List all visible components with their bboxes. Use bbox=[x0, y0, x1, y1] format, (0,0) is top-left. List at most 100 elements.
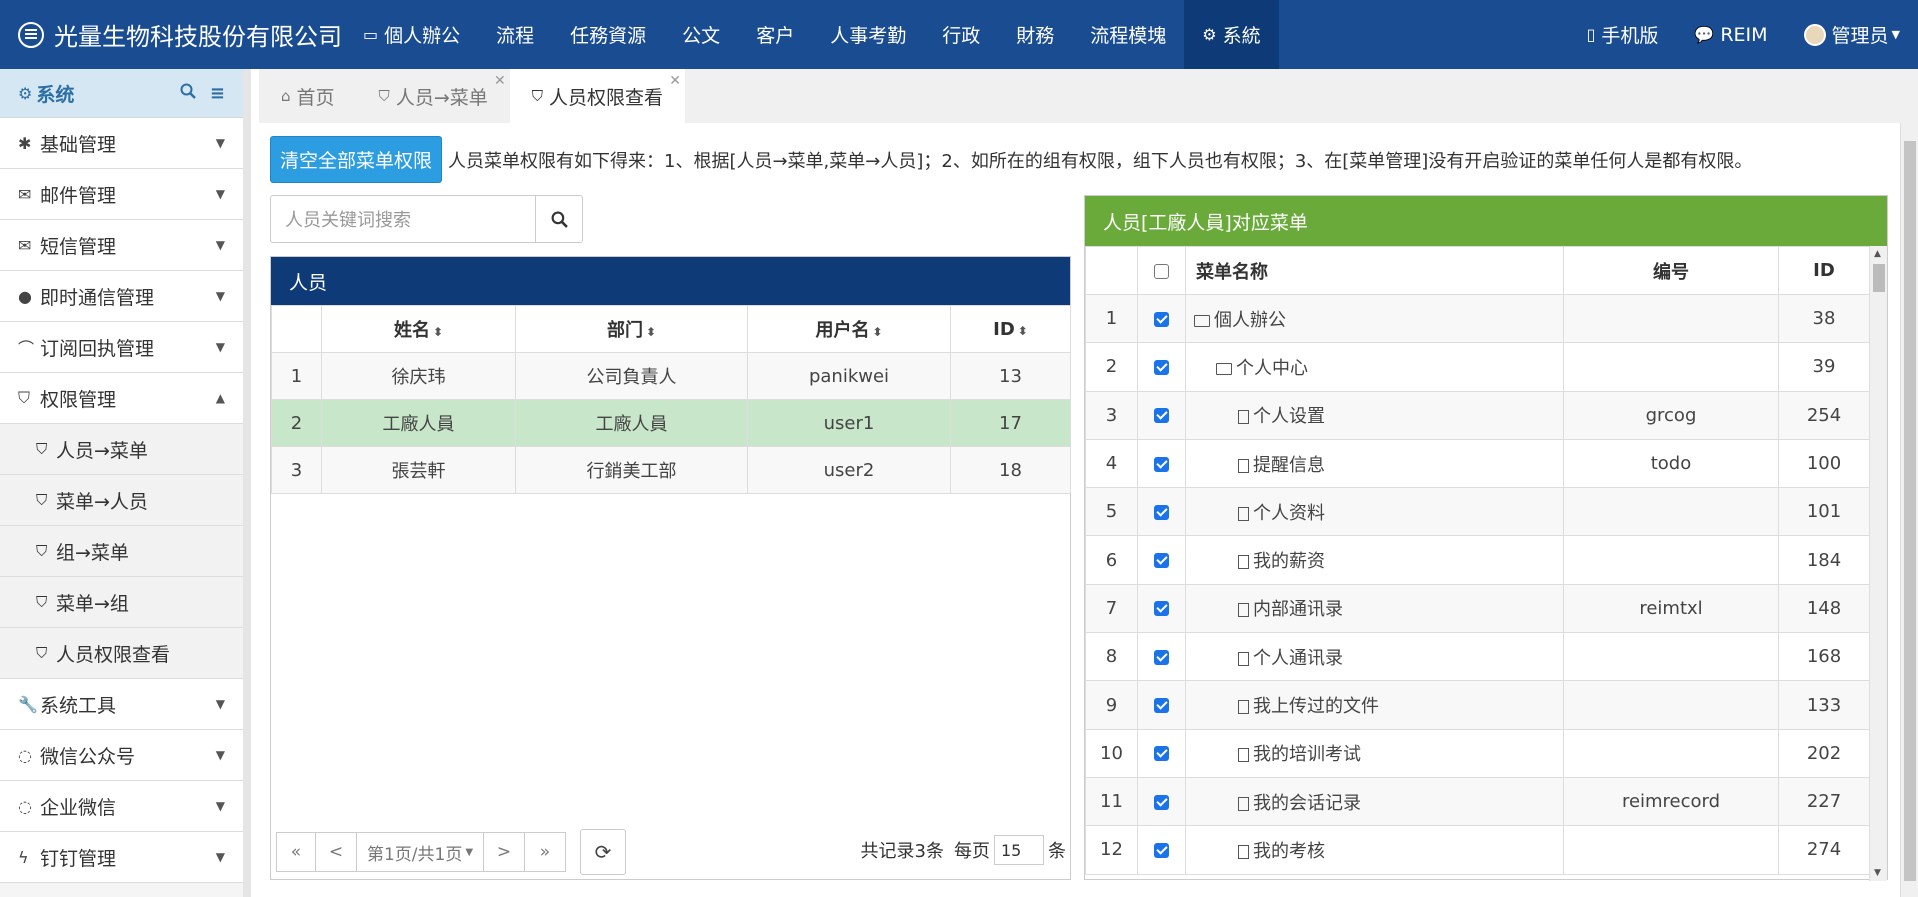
row-checkbox[interactable] bbox=[1137, 680, 1186, 730]
nav-administration[interactable]: 行政 bbox=[924, 0, 998, 69]
row-checkbox[interactable] bbox=[1137, 825, 1186, 875]
caret-down-icon: ▼ bbox=[215, 289, 225, 303]
column-dept[interactable]: 部门 ⬍ bbox=[515, 305, 748, 353]
prev-page-button[interactable]: < bbox=[315, 832, 357, 872]
row-checkbox[interactable] bbox=[1137, 728, 1186, 778]
nav-system[interactable]: ⚙ 系統 bbox=[1184, 0, 1279, 69]
last-page-button[interactable]: » bbox=[524, 832, 566, 872]
scroll-thumb[interactable] bbox=[1904, 141, 1916, 881]
sidebar-item-sms[interactable]: ✉ 短信管理 ▼ bbox=[0, 220, 243, 271]
table-row[interactable]: 5 个人资料 101 bbox=[1085, 487, 1869, 537]
sidebar-sub-user-menu[interactable]: ⛉ 人员→菜单 bbox=[0, 424, 243, 475]
file-icon bbox=[1238, 506, 1249, 521]
select-all-checkbox[interactable] bbox=[1137, 246, 1186, 295]
sidebar-item-tools[interactable]: 🔧 系统工具 ▼ bbox=[0, 679, 243, 730]
sidebar-item-permissions[interactable]: ⛉ 权限管理 ▲ bbox=[0, 373, 243, 424]
menu-toggle-icon[interactable]: ≡ bbox=[210, 83, 225, 104]
nav-workflow-modules[interactable]: 流程模塊 bbox=[1072, 0, 1184, 69]
nav-task-resources[interactable]: 任務資源 bbox=[552, 0, 664, 69]
bookmark-icon: ⛉ bbox=[531, 87, 543, 105]
file-icon bbox=[1238, 651, 1249, 666]
table-row[interactable]: 11 我的会话记录 reimrecord 227 bbox=[1085, 776, 1869, 827]
sidebar-item-im[interactable]: ● 即时通信管理 ▼ bbox=[0, 271, 243, 322]
nav-customers[interactable]: 客户 bbox=[738, 0, 812, 69]
sidebar-sub-group-menu[interactable]: ⛉ 组→菜单 bbox=[0, 526, 243, 577]
brand[interactable]: 光量生物科技股份有限公司 bbox=[0, 0, 345, 69]
column-name[interactable]: 姓名 ⬍ bbox=[321, 305, 516, 353]
page-size-input[interactable]: 15 bbox=[994, 835, 1044, 865]
sidebar-item-dingtalk[interactable]: ϟ 钉钉管理 ▼ bbox=[0, 832, 243, 883]
row-checkbox[interactable] bbox=[1137, 632, 1186, 682]
menu-table-scrollbar[interactable]: ▲ ▼ bbox=[1869, 246, 1887, 881]
row-checkbox[interactable] bbox=[1137, 390, 1186, 440]
first-page-button[interactable]: « bbox=[276, 832, 316, 872]
search-button[interactable] bbox=[535, 195, 583, 243]
tab-user-permissions[interactable]: ⛉ 人员权限查看 ✕ bbox=[509, 69, 686, 123]
column-id[interactable]: ID ⬍ bbox=[950, 305, 1071, 353]
comment-icon: ● bbox=[18, 286, 32, 306]
sidebar-sub-menu-user[interactable]: ⛉ 菜单→人员 bbox=[0, 475, 243, 526]
user-search-input[interactable]: 人员关键词搜索 bbox=[270, 195, 536, 243]
tab-user-menu[interactable]: ⛉ 人员→菜单 ✕ bbox=[357, 69, 510, 123]
table-row[interactable]: 2 工廠人員 工廠人員 user1 17 bbox=[271, 399, 1071, 447]
refresh-button[interactable]: ⟳ bbox=[580, 829, 626, 875]
sidebar-sub-user-permissions[interactable]: ⛉ 人员权限查看 bbox=[0, 628, 243, 679]
sidebar-item-mail[interactable]: ✉ 邮件管理 ▼ bbox=[0, 169, 243, 220]
row-checkbox[interactable] bbox=[1137, 776, 1186, 827]
users-panel: 人员 姓名 ⬍ 部门 ⬍ 用户名 ⬍ ID ⬍ 1 徐庆玮 公司負責人 panikwei… bbox=[270, 256, 1071, 880]
nav-personal-office[interactable]: ▭ 個人辦公 bbox=[345, 0, 478, 69]
menu-table-wrap: 菜单名称 编号 ID 1 個人辦公 38 2 个人中心 39 3 个人设置 grcog 254 4 提… bbox=[1085, 246, 1869, 881]
user-menu[interactable]: 管理员 ▼ bbox=[1786, 0, 1918, 69]
column-username[interactable]: 用户名 ⬍ bbox=[747, 305, 951, 353]
sidebar-item-basic[interactable]: ✱ 基础管理 ▼ bbox=[0, 118, 243, 169]
search-icon[interactable] bbox=[180, 83, 196, 104]
caret-down-icon: ▼ bbox=[215, 748, 225, 762]
close-icon[interactable]: ✕ bbox=[494, 73, 506, 89]
page-scrollbar[interactable] bbox=[1900, 123, 1918, 897]
sidebar-item-wecom[interactable]: ◌ 企业微信 ▼ bbox=[0, 781, 243, 832]
column-id: ID bbox=[1778, 246, 1869, 295]
table-row[interactable]: 6 我的薪资 184 bbox=[1085, 535, 1869, 585]
row-checkbox[interactable] bbox=[1137, 293, 1186, 344]
caret-down-icon: ▼ bbox=[215, 799, 225, 813]
column-code: 编号 bbox=[1563, 246, 1779, 295]
sidebar-item-subscription[interactable]: ⌒ 订阅回执管理 ▼ bbox=[0, 322, 243, 373]
row-checkbox[interactable] bbox=[1137, 583, 1186, 634]
row-checkbox[interactable] bbox=[1137, 487, 1186, 537]
bookmark-icon: ⛉ bbox=[36, 491, 48, 509]
sort-icon: ⬍ bbox=[645, 325, 657, 339]
table-row[interactable]: 7 内部通讯录 reimtxl 148 bbox=[1085, 583, 1869, 634]
close-icon[interactable]: ✕ bbox=[669, 73, 681, 89]
nav-workflow[interactable]: 流程 bbox=[478, 0, 552, 69]
sidebar-header: ⚙ 系统 ≡ bbox=[0, 69, 243, 118]
table-row[interactable]: 2 个人中心 39 bbox=[1085, 342, 1869, 392]
table-row[interactable]: 9 我上传过的文件 133 bbox=[1085, 680, 1869, 730]
nav-documents[interactable]: 公文 bbox=[664, 0, 738, 69]
table-row[interactable]: 1 徐庆玮 公司負責人 panikwei 13 bbox=[271, 352, 1071, 400]
users-table: 姓名 ⬍ 部门 ⬍ 用户名 ⬍ ID ⬍ 1 徐庆玮 公司負責人 panikwei 13… bbox=[271, 305, 1071, 494]
scroll-down-icon[interactable]: ▼ bbox=[1874, 868, 1881, 878]
tab-home[interactable]: ⌂ 首页 bbox=[259, 69, 357, 123]
sidebar: ⚙ 系统 ≡ ✱ 基础管理 ▼ ✉ 邮件管理 ▼ ✉ 短信管理 ▼ ● 即时通信管理 ▼ ⌒ 订阅… bbox=[0, 69, 251, 897]
mobile-version-link[interactable]: ▯ 手机版 bbox=[1569, 0, 1677, 69]
table-row[interactable]: 4 提醒信息 todo 100 bbox=[1085, 438, 1869, 489]
table-row[interactable]: 8 个人通讯录 168 bbox=[1085, 632, 1869, 682]
row-checkbox[interactable] bbox=[1137, 438, 1186, 489]
table-row[interactable]: 10 我的培训考试 202 bbox=[1085, 728, 1869, 778]
sidebar-item-wechat[interactable]: ◌ 微信公众号 ▼ bbox=[0, 730, 243, 781]
scroll-thumb[interactable] bbox=[1873, 264, 1885, 292]
row-checkbox[interactable] bbox=[1137, 535, 1186, 585]
next-page-button[interactable]: > bbox=[483, 832, 525, 872]
table-row[interactable]: 3 个人设置 grcog 254 bbox=[1085, 390, 1869, 440]
table-row[interactable]: 3 張芸軒 行銷美工部 user2 18 bbox=[271, 446, 1071, 494]
page-select[interactable]: 第1页/共1页 ▼ bbox=[356, 832, 484, 872]
clear-all-permissions-button[interactable]: 清空全部菜单权限 bbox=[270, 136, 442, 183]
sidebar-sub-menu-group[interactable]: ⛉ 菜单→组 bbox=[0, 577, 243, 628]
table-row[interactable]: 12 我的考核 274 bbox=[1085, 825, 1869, 875]
nav-hr-attendance[interactable]: 人事考勤 bbox=[812, 0, 924, 69]
table-row[interactable]: 1 個人辦公 38 bbox=[1085, 293, 1869, 344]
row-checkbox[interactable] bbox=[1137, 342, 1186, 392]
reim-link[interactable]: 💬 REIM bbox=[1676, 0, 1785, 69]
nav-finance[interactable]: 財務 bbox=[998, 0, 1072, 69]
scroll-up-icon[interactable]: ▲ bbox=[1874, 249, 1881, 259]
